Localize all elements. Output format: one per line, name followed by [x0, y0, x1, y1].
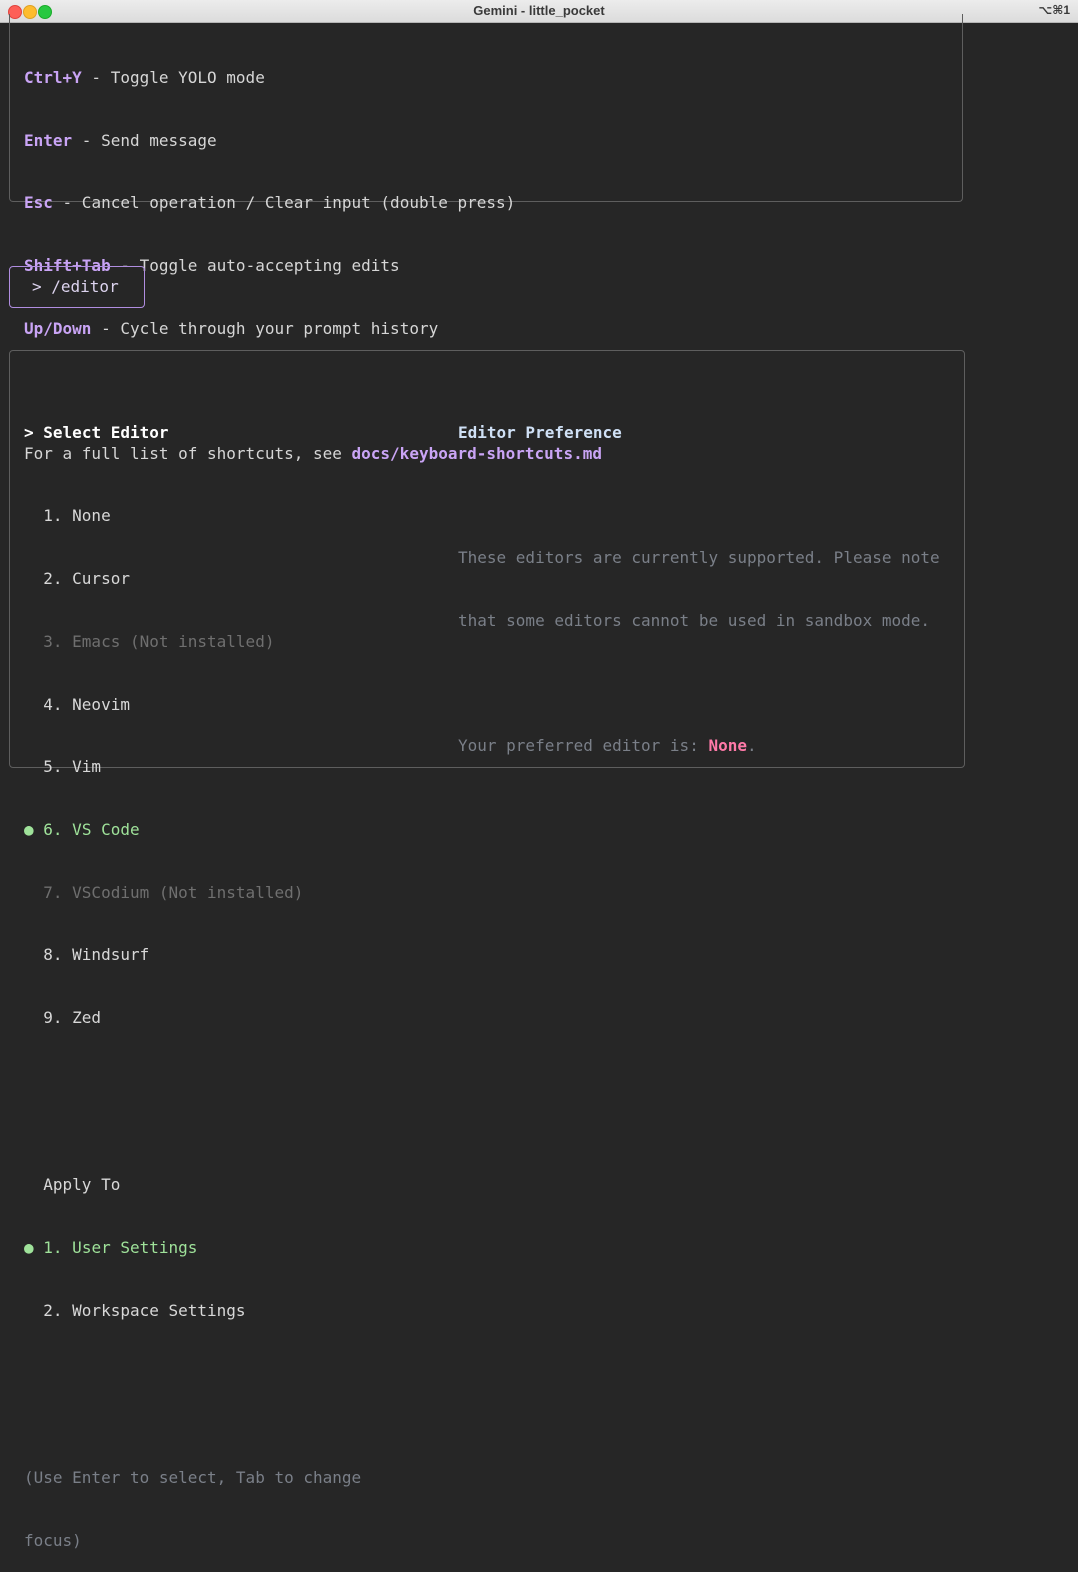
prompt-command: > /editor [32, 277, 119, 296]
current-editor-prefix: Your preferred editor is: [458, 736, 709, 756]
selected-bullet-icon: ● [24, 819, 34, 839]
apply-to-heading: Apply To [43, 1175, 121, 1195]
editor-option-label: 9. Zed [43, 1008, 102, 1028]
editor-option-none[interactable]: 1. None [24, 506, 361, 527]
editor-option-vscodium[interactable]: 7. VSCodium (Not installed) [24, 883, 361, 904]
select-editor-heading-row: > Select Editor [24, 423, 361, 444]
editor-option-label: 1. None [43, 506, 111, 526]
focus-marker: > [24, 422, 34, 442]
shortcut-desc: - Cycle through your prompt history [91, 318, 439, 338]
shortcut-desc: - Toggle auto-accepting edits [110, 255, 400, 275]
shortcut-desc: - Send message [72, 130, 217, 150]
prompt-echo-box: > /editor [9, 266, 145, 308]
preference-desc-line1: These editors are currently supported. P… [458, 548, 940, 568]
shortcut-desc: - Cancel operation / Clear input (double… [52, 193, 516, 213]
editor-option-vim[interactable]: 5. Vim [24, 757, 361, 778]
shortcut-key: Enter [24, 130, 73, 150]
current-editor-row: Your preferred editor is: None. [458, 736, 940, 757]
editor-preference-column: Editor Preference These editors are curr… [458, 381, 940, 778]
editor-option-emacs[interactable]: 3. Emacs (Not installed) [24, 632, 361, 653]
shortcut-row: Esc - Cancel operation / Clear input (do… [24, 193, 602, 214]
usage-hint-line1: (Use Enter to select, Tab to change [24, 1467, 362, 1487]
editor-option-neovim[interactable]: 4. Neovim [24, 695, 361, 716]
editor-select-column: > Select Editor 1. None 2. Cursor 3. Ema… [24, 381, 361, 1572]
editor-option-zed[interactable]: 9. Zed [24, 1008, 361, 1029]
editor-option-label: 8. Windsurf [43, 945, 150, 965]
scope-option-workspace[interactable]: 2. Workspace Settings [24, 1301, 361, 1322]
shortcut-row: Enter - Send message [24, 131, 602, 152]
scope-option-label: 2. Workspace Settings [43, 1300, 246, 1320]
apply-to-heading-row: Apply To [24, 1175, 361, 1196]
shortcut-key: Up/Down [24, 318, 92, 338]
scope-option-user[interactable]: ● 1. User Settings [24, 1238, 361, 1259]
selected-bullet-icon: ● [24, 1237, 34, 1257]
select-editor-heading: Select Editor [43, 422, 169, 442]
shortcut-desc: - Toggle YOLO mode [81, 67, 265, 87]
editor-option-label: 6. VS Code [43, 819, 140, 839]
shortcut-row: Up/Down - Cycle through your prompt hist… [24, 319, 602, 340]
editor-option-label: 5. Vim [43, 757, 102, 777]
current-editor-suffix: . [746, 736, 757, 756]
editor-option-windsurf[interactable]: 8. Windsurf [24, 945, 361, 966]
current-editor-value: None [708, 736, 747, 756]
editor-option-label: 7. VSCodium (Not installed) [43, 882, 304, 902]
scope-option-label: 1. User Settings [43, 1237, 198, 1257]
editor-option-label: 4. Neovim [43, 694, 130, 714]
editor-option-label: 2. Cursor [43, 569, 130, 589]
window-shortcut: ⌥⌘1 [1038, 3, 1070, 17]
preference-desc-line2: that some editors cannot be used in sand… [458, 610, 931, 630]
shortcut-key: Esc [24, 193, 53, 213]
shortcut-row: Ctrl+Y - Toggle YOLO mode [24, 68, 602, 89]
editor-option-vscode[interactable]: ● 6. VS Code [24, 820, 361, 841]
preference-title: Editor Preference [458, 422, 622, 442]
shortcut-key: Ctrl+Y [24, 67, 82, 87]
usage-hint-line2: focus) [24, 1530, 82, 1550]
editor-option-cursor[interactable]: 2. Cursor [24, 569, 361, 590]
editor-option-label: 3. Emacs (Not installed) [43, 631, 275, 651]
